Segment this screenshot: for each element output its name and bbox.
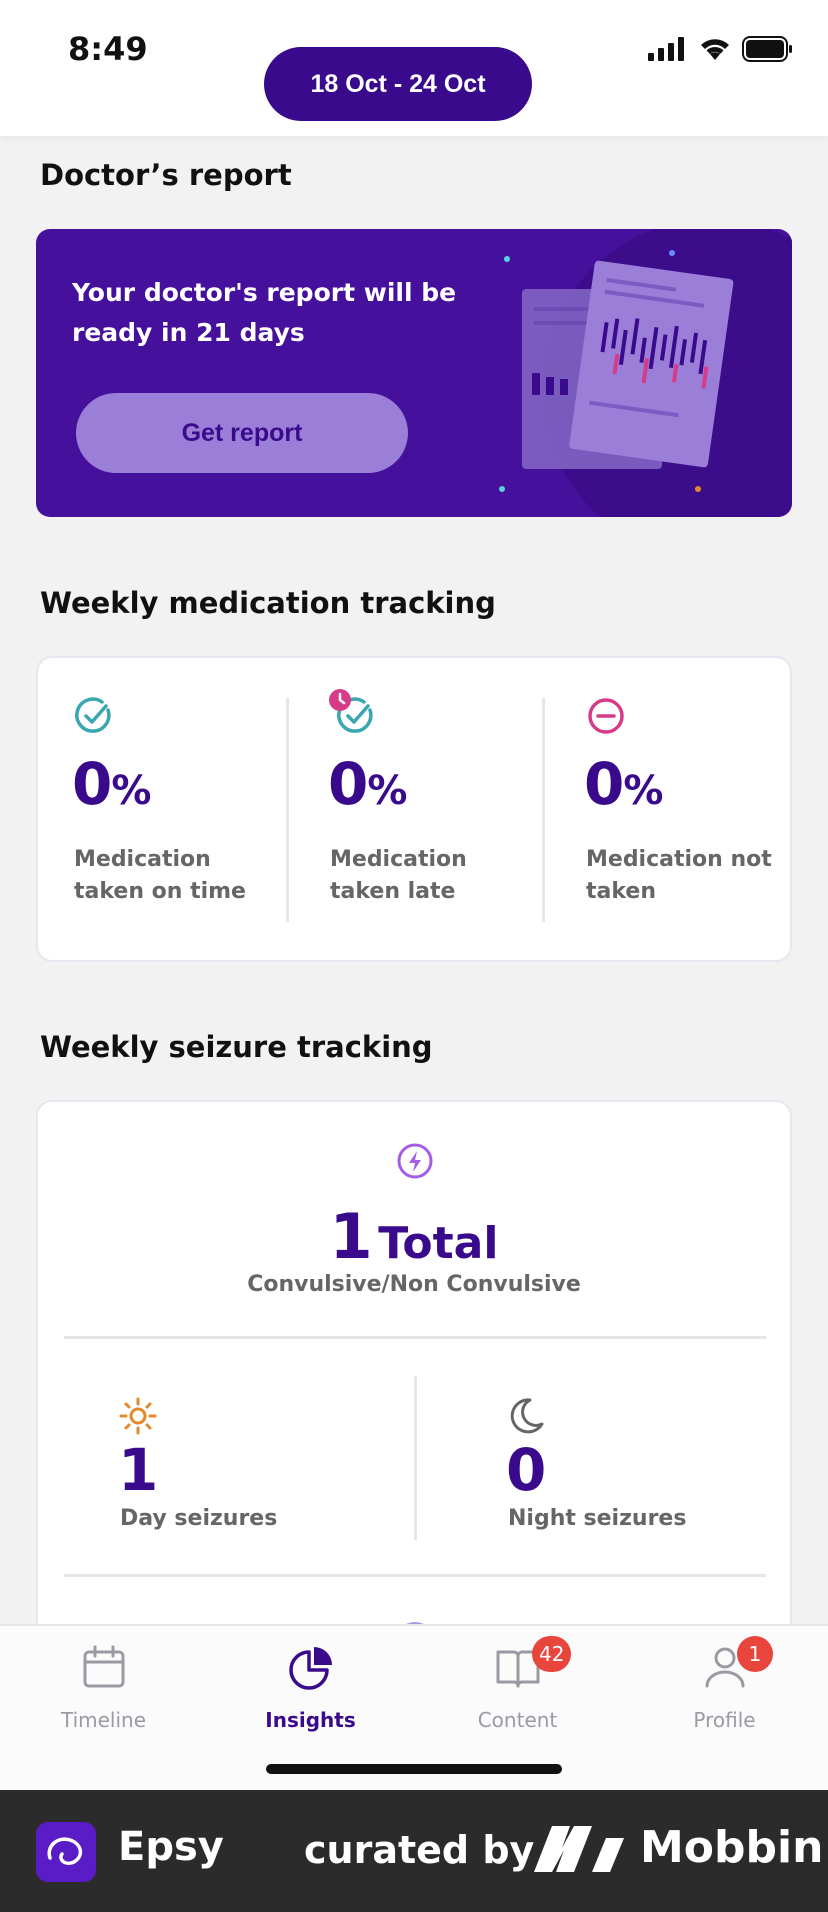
total-label: Total (378, 1218, 499, 1269)
value-unit: % (367, 768, 407, 814)
tab-timeline[interactable]: Timeline (0, 1626, 207, 1746)
tab-profile[interactable]: 1 Profile (621, 1626, 828, 1746)
doctor-report-title: Doctor’s report (40, 158, 292, 192)
tab-label: Profile (693, 1708, 756, 1732)
date-range-button[interactable]: 18 Oct - 24 Oct (264, 47, 532, 121)
night-seizures-value: 0 (506, 1436, 547, 1504)
tab-label: Insights (265, 1708, 356, 1732)
tab-content[interactable]: 42 Content (414, 1626, 621, 1746)
signal-icon (648, 37, 684, 61)
check-clock-icon (329, 689, 373, 733)
get-report-button[interactable]: Get report (76, 393, 408, 473)
moon-icon (510, 1398, 544, 1434)
night-seizures-label: Night seizures (508, 1506, 687, 1531)
value-number: 0 (328, 750, 368, 818)
epsy-logo-icon (36, 1822, 96, 1882)
med-late: 0% Medication taken late (294, 658, 524, 960)
status-time: 8:49 (68, 30, 148, 68)
med-late-value: 0% (328, 750, 407, 818)
seizure-total: 1 Total (38, 1200, 790, 1273)
footer-banner: Epsy curated by Mobbin (0, 1790, 828, 1912)
check-circle-icon (75, 697, 111, 733)
footer-brand: Mobbin (640, 1822, 824, 1873)
footer-app-name: Epsy (118, 1824, 224, 1870)
value-unit: % (623, 768, 663, 814)
profile-badge: 1 (737, 1636, 773, 1672)
tab-insights[interactable]: Insights (207, 1626, 414, 1746)
content-badge: 42 (532, 1636, 572, 1672)
seizure-card: 1 Total Convulsive/Non Convulsive 1 Day … (36, 1100, 792, 1660)
med-on-time-value: 0% (72, 750, 151, 818)
doctor-report-card: Your doctor's report will be ready in 21… (36, 229, 792, 517)
medication-card: 0% Medication taken on time 0% Medicatio… (36, 656, 792, 962)
day-seizures-label: Day seizures (120, 1506, 278, 1531)
tab-label: Content (477, 1708, 558, 1732)
lightning-icon (397, 1143, 433, 1179)
battery-icon (742, 36, 792, 62)
minus-circle-icon (588, 698, 624, 734)
divider (64, 1336, 766, 1339)
tab-label: Timeline (60, 1708, 147, 1732)
day-seizures-value: 1 (118, 1436, 159, 1504)
divider (286, 698, 289, 922)
footer-curated-by: curated by (304, 1828, 535, 1872)
report-illustration (499, 229, 792, 517)
sun-icon (119, 1397, 157, 1435)
home-indicator (266, 1764, 562, 1774)
divider (64, 1574, 766, 1577)
mobbin-logo-icon (534, 1826, 624, 1872)
divider (542, 698, 545, 922)
calendar-icon (83, 1645, 124, 1688)
seizure-section-title: Weekly seizure tracking (40, 1030, 433, 1064)
status-bar: 8:49 18 Oct - 24 Oct (0, 0, 828, 136)
value-number: 0 (72, 750, 112, 818)
divider (414, 1376, 417, 1540)
pie-chart-icon (288, 1647, 332, 1690)
med-not-taken-label: Medication not taken (586, 847, 772, 904)
med-on-time: 0% Medication taken on time (38, 658, 268, 960)
value-number: 0 (584, 750, 624, 818)
seizure-subtitle: Convulsive/Non Convulsive (247, 1272, 581, 1297)
med-not-taken-value: 0% (584, 750, 663, 818)
total-value: 1 (329, 1200, 373, 1273)
value-unit: % (111, 768, 151, 814)
wifi-icon (701, 39, 729, 60)
medication-section-title: Weekly medication tracking (40, 586, 496, 620)
med-late-label: Medication taken late (330, 847, 467, 904)
med-not-taken: 0% Medication not taken (550, 658, 780, 960)
med-on-time-label: Medication taken on time (74, 847, 246, 904)
system-icons (648, 36, 794, 62)
